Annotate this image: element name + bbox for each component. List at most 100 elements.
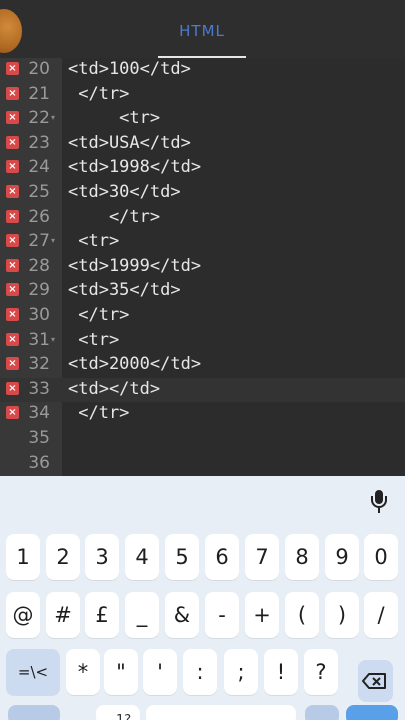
line-number: 24: [28, 157, 50, 178]
code-line[interactable]: × 32 <td>2000</td>: [0, 353, 405, 378]
code-line[interactable]: × 23 <td>USA</td>: [0, 132, 405, 157]
code-line[interactable]: × 33 <td></td>: [0, 377, 405, 403]
code-line[interactable]: × 30 </tr>: [0, 304, 405, 329]
key-digit[interactable]: 7: [245, 534, 279, 580]
key-symbol[interactable]: +: [245, 592, 279, 638]
key-digit[interactable]: 0: [364, 534, 398, 580]
error-marker-icon[interactable]: ×: [6, 406, 19, 420]
code-text: </tr>: [68, 403, 130, 424]
key-digit[interactable]: 1: [6, 534, 40, 580]
error-marker-icon[interactable]: ×: [6, 381, 19, 395]
key-symbol[interactable]: _: [125, 592, 159, 638]
code-line[interactable]: × 24 <td>1998</td>: [0, 156, 405, 181]
error-marker-icon[interactable]: ×: [6, 62, 19, 75]
keyboard-row4-key-left[interactable]: [8, 705, 60, 720]
error-marker-icon[interactable]: ×: [6, 332, 19, 346]
code-line[interactable]: × 28 <td>1999</td>: [0, 255, 405, 280]
line-number: 35: [28, 428, 50, 448]
error-marker-icon[interactable]: ×: [6, 258, 19, 272]
symbols-toggle-label: 1?: [116, 713, 131, 720]
code-text: <td>35</td>: [68, 280, 181, 301]
line-number: 23: [28, 132, 50, 153]
key-symbol[interactable]: #: [46, 592, 80, 638]
error-marker-icon[interactable]: ×: [6, 283, 19, 297]
code-editor[interactable]: × 20 <td>100</td> × 21 </tr> × 22 ▾ <tr> × 23 <td>…: [0, 58, 405, 476]
key-digit[interactable]: 3: [85, 534, 119, 580]
error-marker-icon[interactable]: ×: [6, 86, 19, 100]
key-symbol[interactable]: ': [143, 649, 177, 695]
key-symbol[interactable]: ?: [304, 649, 338, 695]
code-text: <td>1999</td>: [68, 255, 202, 276]
key-symbol[interactable]: /: [364, 592, 398, 638]
enter-key[interactable]: [346, 705, 398, 720]
code-line[interactable]: × 26 </tr>: [0, 206, 405, 231]
code-text: </tr>: [68, 206, 161, 227]
line-number: 32: [28, 354, 50, 375]
avatar[interactable]: [0, 9, 22, 53]
code-line[interactable]: × 29 <td>35</td>: [0, 279, 405, 304]
error-marker-icon[interactable]: ×: [6, 135, 19, 149]
line-number: 26: [28, 206, 50, 227]
line-number: 21: [28, 83, 50, 104]
code-line[interactable]: × 34 </tr>: [0, 402, 405, 427]
code-line[interactable]: × 20 <td>100</td>: [0, 58, 405, 83]
code-text: </tr>: [68, 83, 130, 104]
code-text: <td>USA</td>: [68, 132, 191, 153]
key-symbol[interactable]: ;: [224, 649, 258, 695]
key-digit[interactable]: 2: [46, 534, 80, 580]
key-digit[interactable]: 9: [325, 534, 359, 580]
key-digit[interactable]: 4: [125, 534, 159, 580]
code-text: </tr>: [68, 305, 130, 325]
line-number: 30: [28, 305, 50, 325]
key-symbol[interactable]: &: [165, 592, 199, 638]
code-line[interactable]: 36: [0, 452, 405, 477]
fold-toggle-icon[interactable]: ▾: [51, 236, 55, 245]
tab-html[interactable]: HTML: [158, 14, 246, 58]
error-marker-icon[interactable]: ×: [6, 357, 19, 371]
line-number: 33: [28, 378, 50, 399]
key-digit[interactable]: 8: [285, 534, 319, 580]
error-marker-icon[interactable]: ×: [6, 185, 19, 198]
key-symbol[interactable]: ): [325, 592, 359, 638]
line-number: 27: [28, 231, 50, 252]
backspace-key[interactable]: [358, 660, 393, 702]
code-text: <td>30</td>: [68, 182, 181, 202]
key-more-symbols[interactable]: =\<: [6, 649, 60, 695]
code-line[interactable]: × 21 </tr>: [0, 83, 405, 108]
code-line[interactable]: 35: [0, 427, 405, 452]
line-number: 31: [28, 329, 50, 350]
code-text: <td></td>: [68, 378, 161, 399]
space-bar[interactable]: [146, 705, 296, 720]
key-symbol[interactable]: !: [264, 649, 298, 695]
code-line[interactable]: × 31 ▾ <tr>: [0, 329, 405, 354]
key-symbol[interactable]: *: [66, 649, 100, 695]
error-marker-icon[interactable]: ×: [6, 308, 19, 321]
fold-toggle-icon[interactable]: ▾: [51, 335, 55, 344]
code-line[interactable]: × 27 ▾ <tr>: [0, 230, 405, 255]
key-symbol[interactable]: (: [285, 592, 319, 638]
key-digit[interactable]: 6: [205, 534, 239, 580]
code-text: <tr>: [68, 329, 120, 350]
key-symbol[interactable]: -: [205, 592, 239, 638]
error-marker-icon[interactable]: ×: [6, 209, 19, 223]
code-line[interactable]: × 25 <td>30</td>: [0, 181, 405, 206]
top-bar: HTML: [0, 0, 405, 59]
key-digit[interactable]: 5: [165, 534, 199, 580]
error-marker-icon[interactable]: ×: [6, 234, 19, 248]
code-line[interactable]: × 22 ▾ <tr>: [0, 107, 405, 132]
code-text: <td>100</td>: [68, 59, 191, 79]
line-number: 28: [28, 255, 50, 276]
key-symbol[interactable]: @: [6, 592, 40, 638]
line-number: 22: [28, 108, 50, 129]
key-symbol[interactable]: £: [85, 592, 119, 638]
fold-toggle-icon[interactable]: ▾: [51, 113, 55, 122]
on-screen-keyboard: 1234567890 @#£_&-+()/ =\<*"':;!? 1?: [0, 476, 405, 720]
code-text: <tr>: [68, 231, 120, 252]
error-marker-icon[interactable]: ×: [6, 111, 19, 125]
key-symbol[interactable]: ": [104, 649, 138, 695]
line-number: 25: [28, 182, 50, 202]
key-symbol[interactable]: :: [183, 649, 217, 695]
keyboard-row4-key-right[interactable]: [305, 705, 339, 720]
error-marker-icon[interactable]: ×: [6, 160, 19, 174]
microphone-icon[interactable]: [370, 490, 388, 516]
